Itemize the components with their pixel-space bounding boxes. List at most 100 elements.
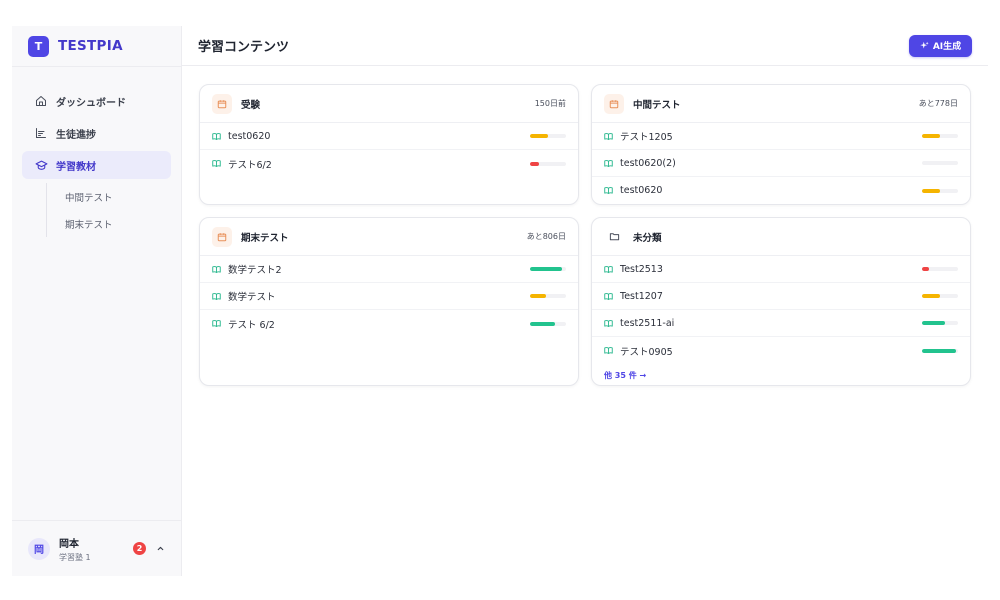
book-icon [604,346,614,356]
content-row[interactable]: Test1207 [592,283,970,310]
brand-name: TESTPIA [58,38,123,54]
card-header[interactable]: 中間テスト あと778日 [592,85,970,123]
category-card: 中間テスト あと778日 テスト1205 test0620(2) test0620 [591,84,971,205]
content-title: 数学テスト2 [228,265,282,276]
progress-bar [922,267,958,271]
graduation-cap-icon [34,158,48,172]
folder-icon [604,227,624,247]
progress-bar [530,267,566,271]
book-icon [604,158,614,168]
content-row[interactable]: テスト6/2 [200,150,578,177]
card-header[interactable]: 受験 150日前 [200,85,578,123]
progress-bar [922,348,958,353]
card-header[interactable]: 未分類 [592,218,970,256]
content-title: test0620 [228,130,271,142]
avatar: 岡 [28,537,50,560]
book-icon [212,291,222,301]
brand-logo: T [28,35,49,57]
content-title: テスト 6/2 [228,319,275,331]
book-icon [604,291,614,301]
card-title: 期末テスト [241,232,289,244]
ai-generate-button[interactable]: AI生成 [909,34,972,57]
user-profile[interactable]: 岡 岡本 学習塾 1 2 [12,520,182,576]
brand[interactable]: T TESTPIA [12,26,181,66]
card-title: 受験 [241,99,261,111]
header: 学習コンテンツ AI生成 [182,26,988,66]
content-row[interactable]: 数学テスト2 [200,256,578,283]
book-icon [212,159,222,169]
sidebar-nav: ダッシュボード 生徒進捗 学習教材 中間テスト 期末テスト [12,67,181,237]
card-meta: あと806日 [526,232,566,241]
book-icon [604,318,614,328]
content-title: テスト0905 [620,346,673,358]
card-meta: 150日前 [534,99,566,108]
sidebar-item-dashboard[interactable]: ダッシュボード [22,87,171,115]
ai-generate-label: AI生成 [932,42,962,52]
progress-fill [922,188,940,193]
card-rows: 数学テスト2 数学テストテスト 6/2 [200,256,578,337]
card-title: 未分類 [633,232,662,244]
progress-fill [922,134,940,138]
progress-bar [922,161,958,165]
sidebar-subitem-final[interactable]: 期末テスト [53,210,171,237]
progress-fill [922,321,946,325]
card-rows: test0620 テスト6/2 [200,123,578,177]
more-items-link[interactable]: 他 35 件 → [592,364,970,385]
progress-bar [530,134,566,138]
content-title: Test1207 [620,290,663,302]
progress-fill [922,294,940,298]
book-icon [212,319,222,329]
sidebar-subitem-midterm[interactable]: 中間テスト [53,183,171,210]
card-header[interactable]: 期末テスト あと806日 [200,218,578,256]
sidebar-item-label: 生徒進捗 [56,129,96,141]
card-rows: テスト1205 test0620(2) test0620 [592,123,970,204]
progress-fill [530,134,548,138]
card-title: 中間テスト [633,99,681,111]
category-card: 受験 150日前 test0620 テスト6/2 [199,84,579,205]
content-title: test0620(2) [620,157,676,169]
content-row[interactable]: test0620(2) [592,150,970,177]
sidebar-subnav: 中間テスト 期末テスト [46,183,171,237]
book-icon [604,264,614,274]
progress-bar [922,321,958,325]
content-title: テスト1205 [620,132,673,143]
chevron-up-icon[interactable] [153,541,167,555]
content-row[interactable]: テスト 6/2 [200,310,578,337]
content-row[interactable]: 数学テスト [200,283,578,310]
sidebar-item-label: 学習教材 [56,161,96,173]
book-icon [604,131,614,141]
content-row[interactable]: test0620 [592,177,970,204]
sparkle-icon [920,41,929,50]
content-row[interactable]: test0620 [200,123,578,150]
progress-bar [922,188,958,193]
content-row[interactable]: test2511-ai [592,310,970,337]
content-row[interactable]: テスト0905 [592,337,970,364]
card-rows: Test2513 Test1207 test2511-ai テスト0905 [592,256,970,364]
user-role: 学習塾 1 [59,552,91,562]
sidebar-item-label: ダッシュボード [56,97,126,109]
content-row[interactable]: テスト1205 [592,123,970,150]
content-row[interactable]: Test2513 [592,256,970,283]
app-window: T TESTPIA ダッシュボード 生徒進捗 学習教材 中間テスト 期末テスト … [12,26,988,576]
sidebar-item-learning-materials[interactable]: 学習教材 [22,151,171,179]
content-title: テスト6/2 [228,159,272,171]
progress-fill [530,161,539,166]
calendar-icon [604,93,624,114]
progress-bar [530,294,566,298]
card-meta: あと778日 [918,99,958,108]
progress-bar [922,134,958,138]
content-title: test0620 [620,185,663,196]
notification-badge[interactable]: 2 [133,542,146,555]
calendar-icon [212,226,232,247]
sidebar-item-student-progress[interactable]: 生徒進捗 [22,119,171,147]
user-name: 岡本 [59,538,79,550]
home-icon [34,94,48,108]
content-title: 数学テスト [228,292,276,303]
category-card: 未分類 Test2513 Test1207 test2511-ai テスト0905 他… [591,217,971,386]
progress-fill [530,294,547,298]
book-icon [212,131,222,141]
progress-bar [530,161,566,166]
progress-fill [922,267,930,271]
progress-bar [922,294,958,298]
progress-fill [530,267,563,271]
